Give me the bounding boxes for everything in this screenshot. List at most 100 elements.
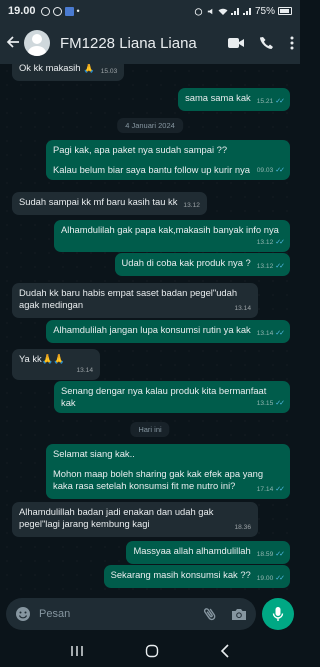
- message-incoming[interactable]: Dudah kk baru habis empat saset badan pe…: [12, 283, 258, 318]
- recent-apps-icon[interactable]: [70, 645, 84, 657]
- message-text: Udah di coba kak produk nya ?: [121, 257, 251, 268]
- message-meta: 19.00 ✓✓: [256, 573, 285, 585]
- notification-app-icon: [64, 6, 74, 16]
- message-text-2: Kalau belum biar saya bantu follow up ku…: [53, 164, 250, 175]
- message-time: 17.14: [256, 486, 274, 493]
- notification-whatsapp-icon: [52, 6, 62, 16]
- read-ticks-icon: ✓✓: [275, 575, 285, 582]
- read-ticks-icon: ✓✓: [275, 239, 285, 246]
- message-time: 18.59: [256, 551, 274, 558]
- back-arrow-icon[interactable]: [6, 33, 22, 54]
- contact-name[interactable]: FM1228 Liana Liana: [60, 35, 197, 52]
- message-text: Dudah kk baru habis empat saset badan pe…: [19, 287, 238, 310]
- message-input[interactable]: Pesan: [6, 598, 256, 630]
- notification-icons: •: [40, 6, 80, 16]
- header-actions: [228, 36, 294, 50]
- message-incoming[interactable]: Ya kk🙏🙏 13.14: [12, 349, 100, 380]
- system-icons: 75%: [194, 6, 292, 17]
- message-text: Alhamdulilah jangan lupa konsumsi rutin …: [53, 324, 251, 335]
- message-text-2: Mohon maap boleh sharing gak kak efek ap…: [53, 468, 264, 491]
- message-incoming[interactable]: Sudah sampai kk mf baru kasih tau kk 13.…: [12, 192, 207, 215]
- message-meta: 13.14 ✓✓: [256, 328, 285, 340]
- message-time: 13.12: [256, 263, 274, 270]
- message-time: 13.15: [256, 400, 274, 407]
- message-time: 18.36: [234, 524, 251, 531]
- message-time: 09.03: [256, 167, 274, 174]
- message-text: Pagi kak, apa paket nya sudah sampai ??: [53, 144, 228, 155]
- message-text: Alhamdulillah badan jadi enakan dan udah…: [19, 506, 214, 529]
- status-time: 19.00: [8, 5, 36, 17]
- message-outgoing[interactable]: sama sama kak 15.21 ✓✓: [178, 88, 290, 111]
- status-bar: 19.00 • 75%: [0, 0, 300, 22]
- emoji-icon[interactable]: [15, 606, 31, 622]
- message-meta: 18.36: [234, 522, 251, 534]
- read-ticks-icon: ✓✓: [275, 167, 285, 174]
- message-meta: 13.15 ✓✓: [256, 398, 285, 410]
- message-outgoing[interactable]: Selamat siang kak.. Mohon maap boleh sha…: [46, 444, 290, 499]
- read-ticks-icon: ✓✓: [275, 486, 285, 493]
- message-time: 13.14: [256, 330, 274, 337]
- message-outgoing[interactable]: Alhamdulilah jangan lupa konsumsi rutin …: [46, 320, 290, 343]
- avatar[interactable]: [24, 30, 50, 56]
- message-outgoing[interactable]: Udah di coba kak produk nya ? 13.12 ✓✓: [114, 253, 290, 276]
- message-time: 19.00: [256, 575, 274, 582]
- message-time: 15.03: [100, 68, 118, 75]
- message-text: Senang dengar nya kalau produk kita berm…: [61, 385, 267, 408]
- read-ticks-icon: ✓✓: [275, 98, 285, 105]
- message-text: Selamat siang kak..: [53, 448, 135, 459]
- home-icon[interactable]: [145, 644, 159, 658]
- more-options-icon[interactable]: [290, 36, 294, 50]
- message-meta: 15.03: [101, 66, 118, 78]
- battery-percent: 75%: [254, 5, 275, 17]
- more-notifications-icon: •: [76, 6, 80, 16]
- message-meta: 13.12: [183, 200, 200, 212]
- notification-b-icon: [40, 6, 50, 16]
- mute-icon: [207, 8, 213, 14]
- message-text: Massyaa allah alhamdulillah: [133, 545, 251, 556]
- read-ticks-icon: ✓✓: [275, 551, 285, 558]
- video-call-icon[interactable]: [228, 37, 244, 49]
- attach-icon[interactable]: [203, 606, 217, 622]
- message-time: 13.12: [256, 239, 274, 246]
- mic-button[interactable]: [262, 598, 294, 630]
- message-meta: 13.12 ✓✓: [256, 237, 285, 249]
- phone-icon[interactable]: [260, 36, 274, 50]
- message-outgoing[interactable]: Pagi kak, apa paket nya sudah sampai ?? …: [46, 140, 290, 180]
- message-outgoing[interactable]: Sekarang masih konsumsi kak ?? 19.00 ✓✓: [103, 565, 290, 588]
- message-text: sama sama kak: [185, 92, 251, 103]
- message-outgoing[interactable]: Massyaa allah alhamdulillah 18.59 ✓✓: [126, 541, 290, 564]
- message-text: Sekarang masih konsumsi kak ??: [110, 569, 251, 580]
- alarm-icon: [194, 7, 203, 16]
- message-outgoing[interactable]: Alhamdulilah gak papa kak,makasih banyak…: [54, 220, 290, 252]
- camera-icon[interactable]: [231, 607, 247, 621]
- message-composer: Pesan: [0, 593, 300, 635]
- back-nav-icon[interactable]: [220, 644, 230, 658]
- message-meta: 13.14: [234, 303, 251, 315]
- wifi-icon: [218, 8, 228, 15]
- message-meta: 09.03 ✓✓: [256, 165, 285, 177]
- message-list[interactable]: Ok kk makasih 🙏 15.03 sama sama kak 15.2…: [0, 64, 300, 593]
- signal-icon: [230, 8, 239, 15]
- message-time: 15.21: [256, 98, 274, 105]
- read-ticks-icon: ✓✓: [275, 330, 285, 337]
- chat-header: FM1228 Liana Liana: [0, 22, 300, 64]
- date-separator: 4 Januari 2024: [117, 118, 183, 133]
- message-outgoing[interactable]: Senang dengar nya kalau produk kita berm…: [54, 381, 290, 413]
- message-text: Alhamdulilah gak papa kak,makasih banyak…: [61, 224, 279, 235]
- date-separator: Hari ini: [130, 422, 170, 437]
- message-incoming[interactable]: Alhamdulillah badan jadi enakan dan udah…: [12, 502, 258, 537]
- system-nav-bar: [0, 635, 300, 667]
- message-meta: 13.14: [76, 365, 93, 377]
- message-meta: 15.21 ✓✓: [256, 96, 285, 108]
- message-text: Sudah sampai kk mf baru kasih tau kk: [19, 196, 178, 207]
- message-meta: 13.12 ✓✓: [256, 261, 285, 273]
- message-time: 13.14: [76, 367, 93, 374]
- signal-icon-2: [242, 8, 251, 15]
- read-ticks-icon: ✓✓: [275, 263, 285, 270]
- battery-icon: [278, 7, 292, 15]
- message-meta: 18.59 ✓✓: [256, 549, 285, 561]
- message-incoming[interactable]: Ok kk makasih 🙏 15.03: [12, 64, 125, 81]
- message-time: 13.12: [183, 202, 200, 209]
- message-placeholder: Pesan: [39, 608, 71, 620]
- message-time: 13.14: [234, 305, 251, 312]
